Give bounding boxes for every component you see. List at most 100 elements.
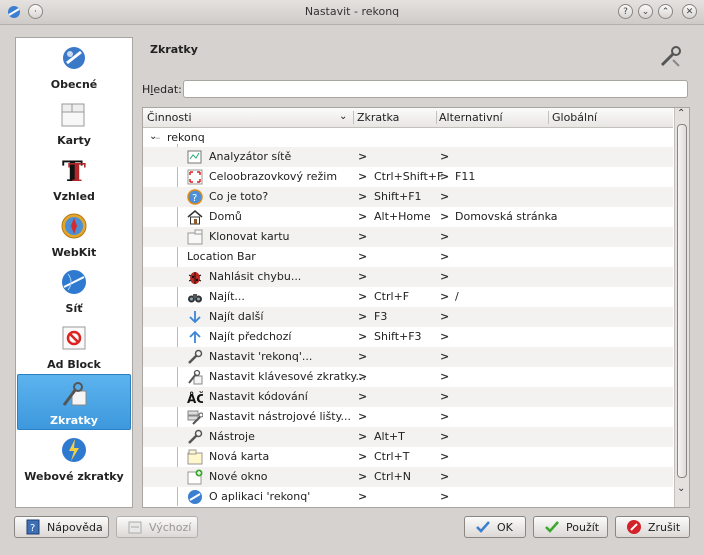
- sidebar-item-label: Ad Block: [47, 358, 101, 371]
- shortcut-value[interactable]: Ctrl+N: [374, 470, 411, 483]
- shortcut-value[interactable]: Alt+Home: [374, 210, 431, 223]
- scroll-up-icon[interactable]: ⌃: [677, 108, 685, 119]
- chevron-right-icon[interactable]: >: [440, 470, 449, 483]
- apply-button[interactable]: Použít: [533, 516, 608, 538]
- shortcut-value[interactable]: Ctrl+F: [374, 290, 409, 303]
- chevron-right-icon[interactable]: >: [358, 170, 367, 183]
- table-row[interactable]: Analyzátor sítě > >: [143, 147, 673, 167]
- chevron-right-icon[interactable]: >: [440, 450, 449, 463]
- table-row[interactable]: Najít... > Ctrl+F > /: [143, 287, 673, 307]
- chevron-right-icon[interactable]: >: [358, 390, 367, 403]
- action-label: Nástroje: [209, 430, 255, 443]
- column-header-alternative[interactable]: Alternativní: [439, 111, 503, 124]
- search-input[interactable]: [183, 80, 688, 98]
- column-header-shortcut[interactable]: Zkratka: [357, 111, 399, 124]
- chevron-right-icon[interactable]: >: [440, 230, 449, 243]
- shortcut-value[interactable]: Ctrl+Shift+F: [374, 170, 443, 183]
- minimize-icon[interactable]: ⌄: [638, 4, 653, 19]
- maximize-icon[interactable]: ⌃: [658, 4, 673, 19]
- shortcut-value[interactable]: Shift+F3: [374, 330, 422, 343]
- chevron-right-icon[interactable]: >: [358, 150, 367, 163]
- chevron-right-icon[interactable]: >: [440, 390, 449, 403]
- table-row[interactable]: Celoobrazovkový režim > Ctrl+Shift+F > F…: [143, 167, 673, 187]
- table-row[interactable]: ? Co je toto? > Shift+F1 >: [143, 187, 673, 207]
- shortcut-value[interactable]: Shift+F1: [374, 190, 422, 203]
- sidebar-item-ad-block[interactable]: Ad Block: [17, 319, 131, 374]
- chevron-right-icon[interactable]: >: [358, 410, 367, 423]
- chevron-right-icon[interactable]: >: [358, 490, 367, 503]
- svg-text:ÅČ: ÅČ: [187, 391, 203, 405]
- chevron-right-icon[interactable]: >: [440, 490, 449, 503]
- alternative-value[interactable]: F11: [455, 170, 475, 183]
- table-row[interactable]: Domů > Alt+Home > Domovská stránka: [143, 207, 673, 227]
- chevron-right-icon[interactable]: >: [440, 330, 449, 343]
- chevron-right-icon[interactable]: >: [358, 450, 367, 463]
- tree-header: Činnosti ⌄ Zkratka Alternativní Globální: [143, 108, 673, 128]
- help-button[interactable]: ? Nápověda: [14, 516, 109, 538]
- scrollbar-handle[interactable]: [677, 124, 687, 478]
- sidebar-item-zkratky[interactable]: Zkratky: [17, 374, 131, 430]
- ok-button[interactable]: OK: [464, 516, 526, 538]
- tree-root-row[interactable]: ⌄ – rekonq: [143, 128, 673, 148]
- chevron-right-icon[interactable]: >: [358, 430, 367, 443]
- shortcut-value[interactable]: Ctrl+T: [374, 450, 410, 463]
- close-icon[interactable]: ✕: [682, 4, 697, 19]
- table-row[interactable]: Klonovat kartu > >: [143, 227, 673, 247]
- shortcut-value[interactable]: Alt+T: [374, 430, 405, 443]
- table-row[interactable]: Nástroje > Alt+T >: [143, 427, 673, 447]
- chevron-right-icon[interactable]: >: [358, 310, 367, 323]
- chevron-right-icon[interactable]: >: [358, 190, 367, 203]
- vertical-scrollbar[interactable]: ⌃ ⌄: [674, 108, 689, 507]
- chevron-right-icon[interactable]: >: [440, 350, 449, 363]
- chevron-right-icon[interactable]: >: [440, 270, 449, 283]
- chevron-right-icon[interactable]: >: [440, 430, 449, 443]
- table-row[interactable]: Nastavit 'rekonq'... > >: [143, 347, 673, 367]
- table-row[interactable]: ÅČ Nastavit kódování > >: [143, 387, 673, 407]
- chevron-right-icon[interactable]: >: [440, 190, 449, 203]
- table-row[interactable]: Nastavit klávesové zkratky... > >: [143, 367, 673, 387]
- home-icon: [187, 210, 203, 225]
- chevron-right-icon[interactable]: >: [440, 170, 449, 183]
- sidebar-item-webkit[interactable]: WebKit: [17, 207, 131, 262]
- sidebar-item-label: Webové zkratky: [24, 470, 124, 483]
- alternative-value[interactable]: Domovská stránka: [455, 210, 558, 223]
- chevron-right-icon[interactable]: >: [440, 150, 449, 163]
- defaults-button[interactable]: Výchozí: [116, 516, 198, 538]
- sidebar-item-webove-zkratky[interactable]: Webové zkratky: [17, 431, 131, 486]
- chevron-right-icon[interactable]: >: [358, 330, 367, 343]
- chevron-right-icon[interactable]: >: [440, 310, 449, 323]
- scroll-down-icon[interactable]: ⌄: [677, 483, 685, 494]
- table-row[interactable]: Najít předchozí > Shift+F3 >: [143, 327, 673, 347]
- chevron-right-icon[interactable]: >: [440, 250, 449, 263]
- chevron-right-icon[interactable]: >: [440, 370, 449, 383]
- chevron-right-icon[interactable]: >: [358, 230, 367, 243]
- chevron-right-icon[interactable]: >: [358, 270, 367, 283]
- table-row[interactable]: Nastavit nástrojové lišty... > >: [143, 407, 673, 427]
- chevron-right-icon[interactable]: >: [358, 290, 367, 303]
- table-row[interactable]: Nahlásit chybu... > >: [143, 267, 673, 287]
- chevron-right-icon[interactable]: >: [358, 210, 367, 223]
- help-icon[interactable]: ?: [618, 4, 633, 19]
- chevron-right-icon[interactable]: >: [440, 290, 449, 303]
- chevron-right-icon[interactable]: >: [440, 410, 449, 423]
- sidebar-item-obecne[interactable]: Obecné: [17, 39, 131, 94]
- cancel-button[interactable]: Zrušit: [615, 516, 690, 538]
- chevron-right-icon[interactable]: >: [440, 210, 449, 223]
- chevron-right-icon[interactable]: >: [358, 250, 367, 263]
- table-row[interactable]: Najít další > F3 >: [143, 307, 673, 327]
- sidebar-item-sit[interactable]: Síť: [17, 263, 131, 318]
- alternative-value[interactable]: /: [455, 290, 459, 303]
- sidebar-item-vzhled[interactable]: TT Vzhled: [17, 151, 131, 206]
- column-header-global[interactable]: Globální: [552, 111, 597, 124]
- table-row[interactable]: Location Bar > >: [143, 247, 673, 267]
- table-row[interactable]: Nové okno > Ctrl+N >: [143, 467, 673, 487]
- table-row[interactable]: O aplikaci 'rekonq' > >: [143, 487, 673, 507]
- column-header-action[interactable]: Činnosti: [147, 111, 192, 124]
- chevron-right-icon[interactable]: >: [358, 350, 367, 363]
- chevron-right-icon[interactable]: >: [358, 470, 367, 483]
- sort-chevron-icon[interactable]: ⌄: [339, 111, 347, 122]
- chevron-right-icon[interactable]: >: [358, 370, 367, 383]
- table-row[interactable]: Nová karta > Ctrl+T >: [143, 447, 673, 467]
- shortcut-value[interactable]: F3: [374, 310, 387, 323]
- sidebar-item-karty[interactable]: Karty: [17, 95, 131, 150]
